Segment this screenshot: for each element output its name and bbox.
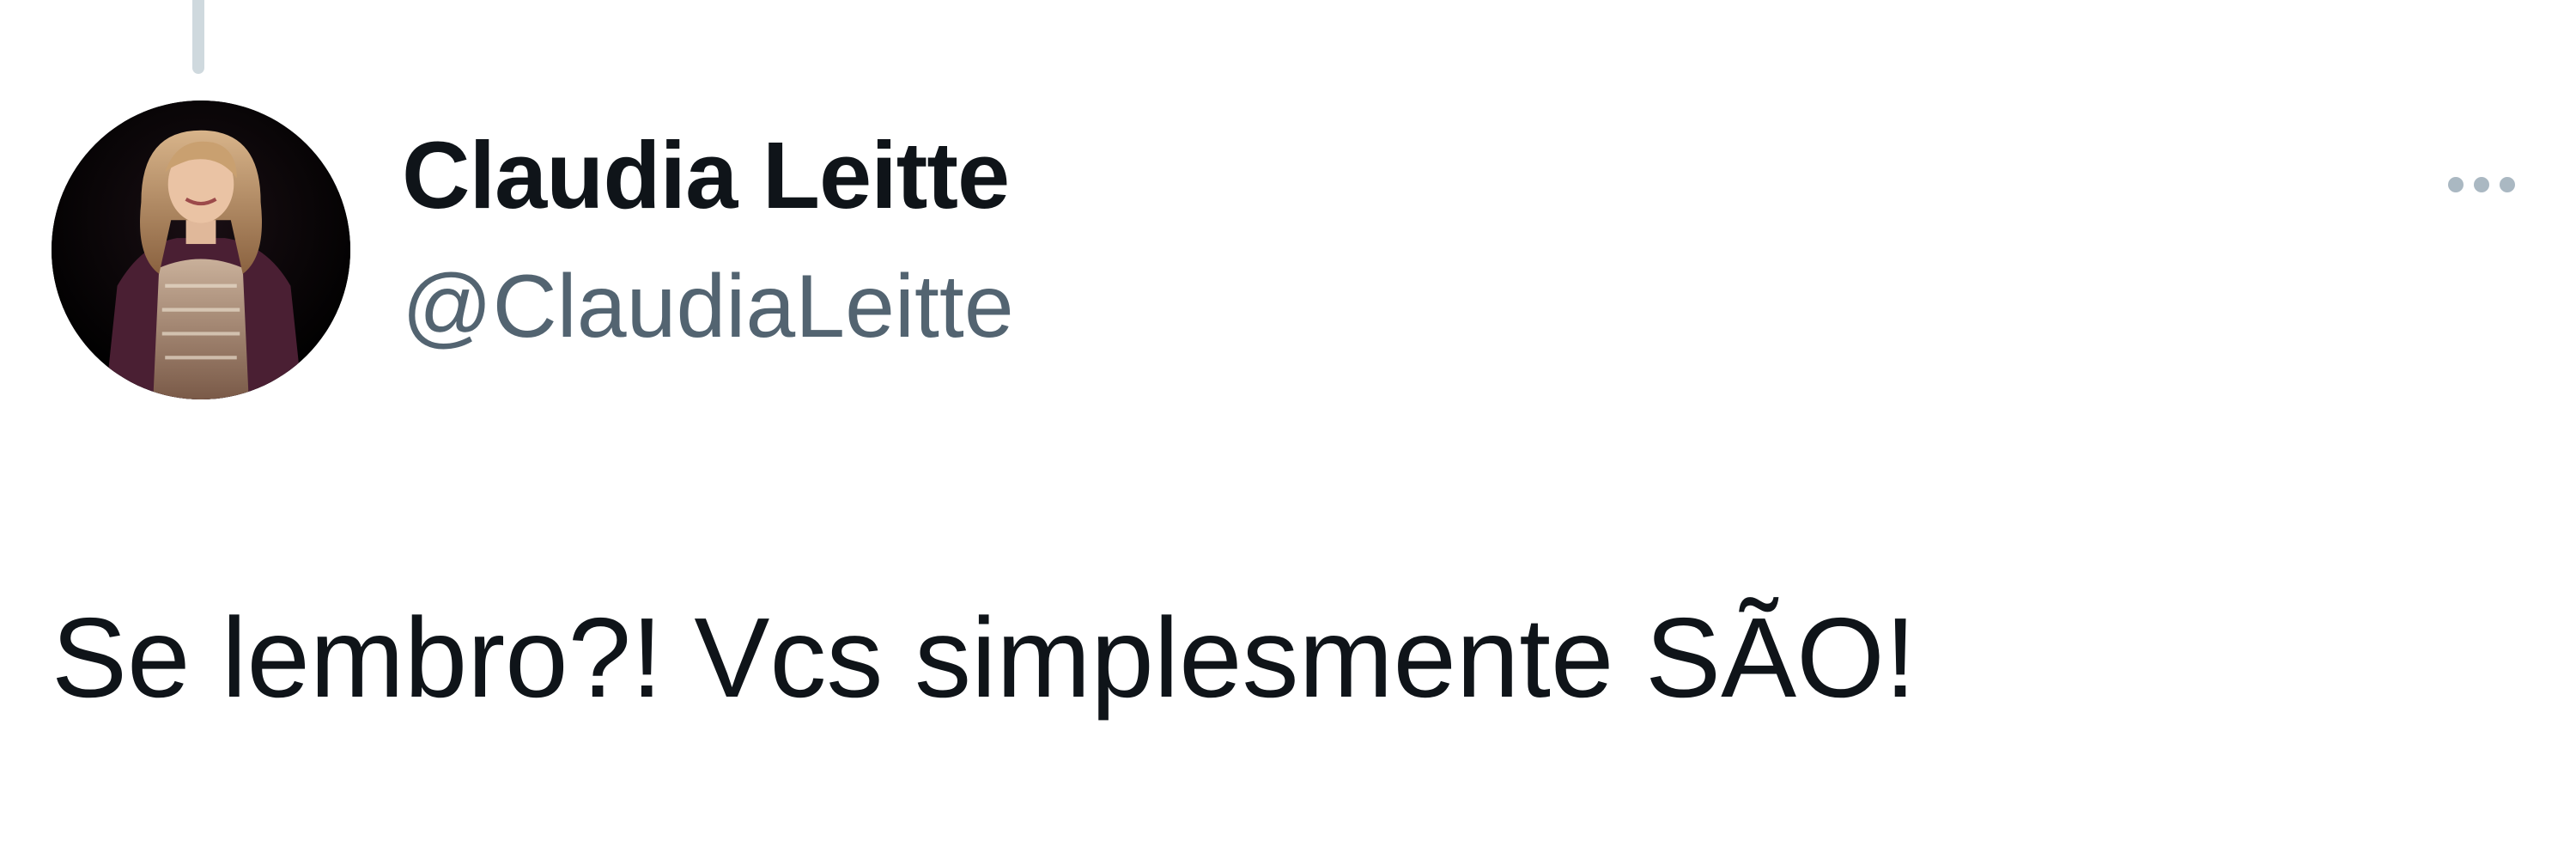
author-handle[interactable]: @ClaudiaLeitte bbox=[402, 262, 1014, 351]
author-avatar[interactable] bbox=[52, 101, 350, 399]
ellipsis-icon bbox=[2474, 177, 2489, 192]
tweet-text: Se lembro?! Vcs simplesmente SÃO! bbox=[52, 594, 1917, 721]
ellipsis-icon bbox=[2500, 177, 2515, 192]
author-display-name[interactable]: Claudia Leitte bbox=[402, 129, 1010, 223]
more-options-button[interactable] bbox=[2430, 159, 2533, 210]
ellipsis-icon bbox=[2448, 177, 2464, 192]
thread-connector-line bbox=[192, 0, 204, 74]
avatar-photo bbox=[52, 101, 350, 399]
